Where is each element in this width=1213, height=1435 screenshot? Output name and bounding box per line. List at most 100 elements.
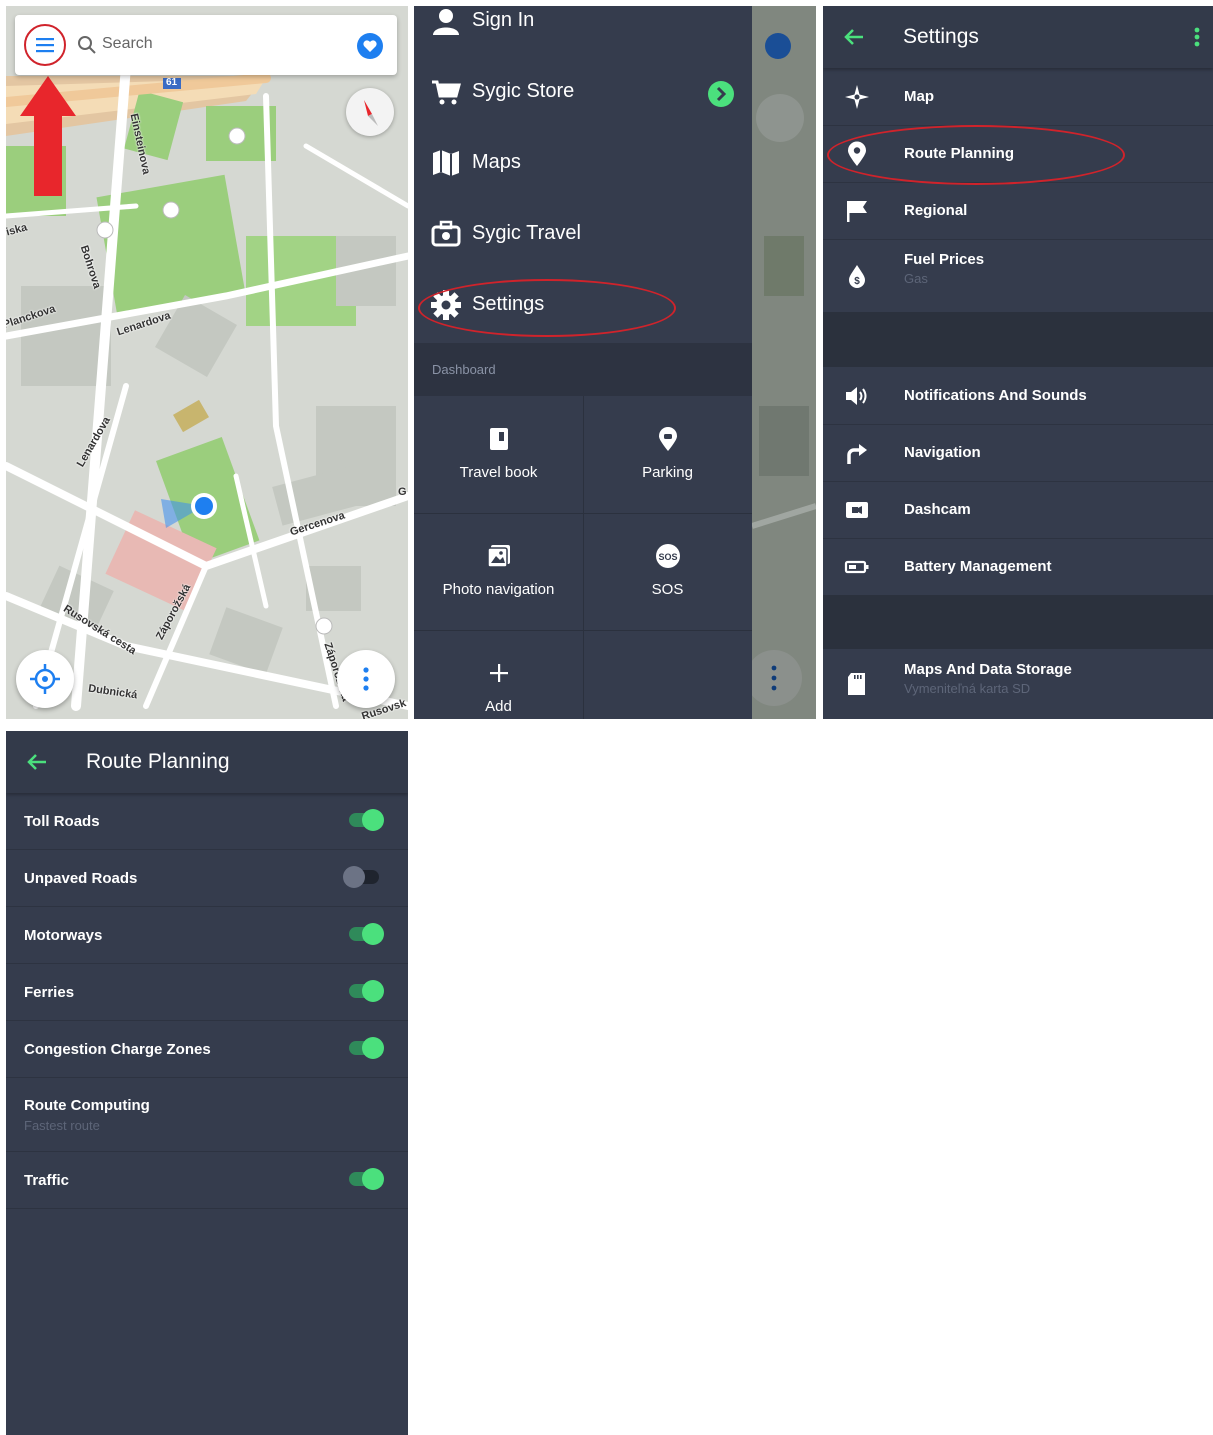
page-title: Route Planning xyxy=(86,750,230,773)
chevron-right-icon xyxy=(708,81,734,107)
ferries-toggle[interactable] xyxy=(349,980,384,1002)
favorites-button[interactable] xyxy=(357,33,383,59)
fuel-drop-icon: $ xyxy=(849,265,865,288)
sd-card-icon xyxy=(848,673,865,695)
toggle-knob xyxy=(362,980,384,1002)
dashboard-sos[interactable]: SOS SOS xyxy=(583,513,752,630)
settings-item-label: Fuel Prices xyxy=(904,251,985,268)
settings-item-regional[interactable]: Regional xyxy=(823,182,1213,240)
speaker-icon xyxy=(846,387,867,405)
dashboard-label: Travel book xyxy=(459,464,538,481)
dashboard-label: Parking xyxy=(642,464,693,481)
route-option-label: Traffic xyxy=(24,1172,70,1189)
settings-item-dashcam[interactable]: Dashcam xyxy=(823,481,1213,539)
photo-icon xyxy=(487,545,510,568)
search-bar[interactable]: Search xyxy=(15,15,397,75)
settings-item-fuel-prices[interactable]: $ Fuel Prices Gas xyxy=(823,239,1213,312)
menu-item-maps[interactable]: Maps xyxy=(414,129,752,200)
menu-item-label: Sygic Travel xyxy=(472,222,581,244)
dashboard-parking[interactable]: Parking xyxy=(583,396,752,513)
dashboard-title: Dashboard xyxy=(432,362,496,377)
route-option-route-computing[interactable]: Route Computing Fastest route xyxy=(6,1078,408,1152)
parking-pin-icon xyxy=(659,427,677,451)
back-arrow-icon[interactable] xyxy=(26,751,48,773)
settings-item-navigation[interactable]: Navigation xyxy=(823,424,1213,482)
menu-item-sign-in[interactable]: Sign In xyxy=(414,6,752,58)
settings-item-label: Map xyxy=(904,88,934,105)
compass-button[interactable] xyxy=(346,88,394,136)
menu-item-label: Sign In xyxy=(472,9,535,31)
camera-icon xyxy=(846,502,868,518)
svg-text:SOS: SOS xyxy=(658,552,677,562)
route-option-toll-roads[interactable]: Toll Roads xyxy=(6,793,408,850)
highlight-oval xyxy=(827,125,1125,185)
dashboard-label: Photo navigation xyxy=(442,581,555,598)
toggle-knob xyxy=(362,1168,384,1190)
highlight-oval xyxy=(418,279,676,337)
toll-roads-toggle[interactable] xyxy=(349,809,384,831)
settings-item-label: Battery Management xyxy=(904,558,1052,575)
route-option-unpaved-roads[interactable]: Unpaved Roads xyxy=(6,850,408,907)
sos-icon: SOS xyxy=(656,544,680,568)
road-number: 61 xyxy=(166,77,178,88)
settings-item-notifications[interactable]: Notifications And Sounds xyxy=(823,367,1213,425)
toggle-knob xyxy=(343,866,365,888)
settings-item-label: Dashcam xyxy=(904,501,971,518)
settings-item-label: Notifications And Sounds xyxy=(904,387,1087,404)
motorways-toggle[interactable] xyxy=(349,923,384,945)
side-menu-screen: Sign In Sygic Store Maps Sygic Travel Se… xyxy=(414,6,816,719)
settings-item-label: Navigation xyxy=(904,444,981,461)
settings-item-label: Maps And Data Storage xyxy=(904,661,1072,678)
crosshair-icon xyxy=(30,664,60,694)
person-icon xyxy=(433,9,459,35)
congestion-zones-toggle[interactable] xyxy=(349,1037,384,1059)
menu-item-sygic-store[interactable]: Sygic Store xyxy=(414,58,752,129)
plus-icon xyxy=(490,664,508,682)
menu-item-label: Sygic Store xyxy=(472,80,575,102)
route-option-label: Route Computing xyxy=(24,1097,150,1114)
route-option-label: Congestion Charge Zones xyxy=(24,1041,211,1058)
route-option-subtitle: Fastest route xyxy=(24,1118,100,1133)
settings-item-subtitle: Vymeniteľná karta SD xyxy=(904,681,1031,696)
settings-item-battery[interactable]: Battery Management xyxy=(823,538,1213,595)
compass-rose-icon xyxy=(845,85,869,109)
unpaved-roads-toggle[interactable] xyxy=(343,866,379,888)
street-label: G xyxy=(398,486,407,498)
battery-icon xyxy=(844,560,869,574)
route-planning-screen: Route Planning Toll Roads Unpaved Roads … xyxy=(6,731,408,1435)
search-input[interactable]: Search xyxy=(102,35,153,53)
route-option-label: Ferries xyxy=(24,984,75,1001)
flag-icon xyxy=(847,201,867,222)
settings-item-label: Regional xyxy=(904,202,968,219)
search-icon xyxy=(78,36,96,54)
menu-item-label: Maps xyxy=(472,151,521,173)
menu-item-sygic-travel[interactable]: Sygic Travel xyxy=(414,200,752,271)
settings-item-storage[interactable]: Maps And Data Storage Vymeniteľná karta … xyxy=(823,649,1213,719)
toggle-knob xyxy=(362,809,384,831)
kebab-icon[interactable] xyxy=(1187,26,1207,48)
locate-me-button[interactable] xyxy=(16,650,74,708)
settings-item-subtitle: Gas xyxy=(904,271,928,286)
dashboard-label: Add xyxy=(485,698,512,715)
route-option-label: Unpaved Roads xyxy=(24,870,138,887)
route-option-ferries[interactable]: Ferries xyxy=(6,964,408,1021)
suitcase-icon xyxy=(431,220,461,247)
back-arrow-icon[interactable] xyxy=(843,26,865,48)
dashboard-travel-book[interactable]: Travel book xyxy=(414,396,583,513)
more-options-button[interactable] xyxy=(337,650,395,708)
dashboard-photo-navigation[interactable]: Photo navigation xyxy=(414,513,583,630)
map-screen: Einsteinova Bohrova Planckova Lenardova … xyxy=(6,6,408,719)
settings-header: Settings xyxy=(823,6,1213,68)
dashboard-add[interactable]: Add xyxy=(414,630,583,719)
page-title: Settings xyxy=(903,25,979,48)
traffic-toggle[interactable] xyxy=(349,1168,384,1190)
route-option-congestion-zones[interactable]: Congestion Charge Zones xyxy=(6,1021,408,1078)
route-option-traffic[interactable]: Traffic xyxy=(6,1152,408,1209)
settings-item-map[interactable]: Map xyxy=(823,68,1213,126)
route-option-motorways[interactable]: Motorways xyxy=(6,907,408,964)
book-icon xyxy=(490,428,508,450)
turn-arrow-icon xyxy=(847,444,867,464)
toggle-knob xyxy=(362,923,384,945)
highlight-circle xyxy=(24,24,66,66)
kebab-icon xyxy=(363,667,369,691)
